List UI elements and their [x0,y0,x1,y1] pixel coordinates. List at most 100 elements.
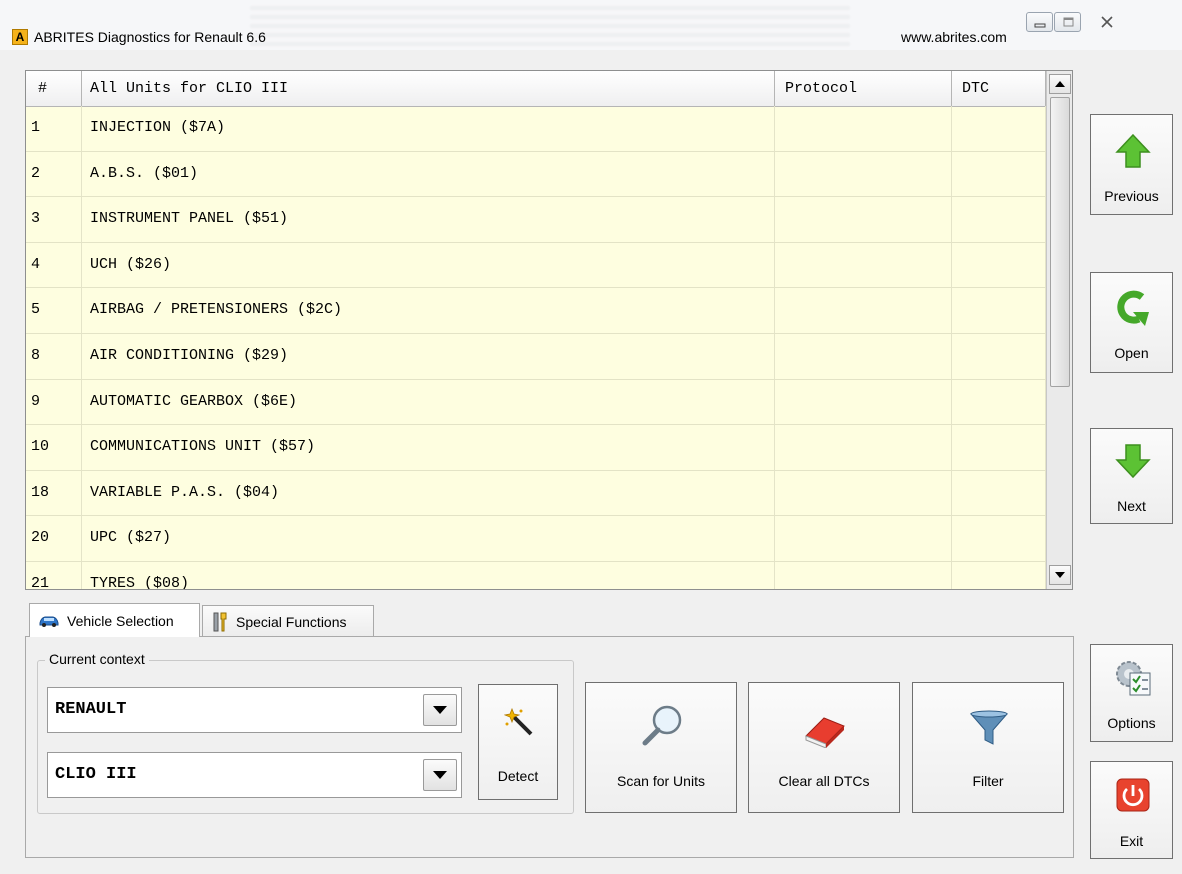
row-protocol [775,151,952,197]
row-unit-name: COMMUNICATIONS UNIT ($57) [82,425,775,470]
row-unit-name: AUTOMATIC GEARBOX ($6E) [82,379,775,425]
row-protocol [775,470,952,516]
open-button[interactable]: Open [1090,272,1173,373]
row-number: 1 [26,106,82,151]
table-row[interactable]: 18 VARIABLE P.A.S. ($04) [26,470,1046,517]
table-body: 1 INJECTION ($7A) 2 A.B.S. ($01) 3 INSTR… [26,106,1046,589]
tab-special-functions[interactable]: Special Functions [202,605,374,637]
make-select-value: RENAULT [55,700,127,719]
row-number: 20 [26,516,82,561]
row-dtc [952,288,1046,333]
tab-vehicle-selection[interactable]: Vehicle Selection [29,603,200,637]
open-label: Open [1114,345,1149,361]
column-header-dtc[interactable]: DTC [952,71,1046,106]
scan-for-units-button[interactable]: Scan for Units [585,682,737,813]
exit-button[interactable]: Exit [1090,761,1173,859]
model-dropdown-button[interactable] [423,759,457,791]
row-dtc [952,516,1046,561]
row-dtc [952,425,1046,470]
maximize-button[interactable] [1054,12,1081,32]
row-protocol [775,516,952,561]
next-label: Next [1117,498,1146,514]
funnel-icon [969,710,1009,745]
make-dropdown-button[interactable] [423,694,457,726]
units-table: # All Units for CLIO III Protocol DTC 1 … [25,70,1073,590]
detect-label: Detect [497,768,539,784]
triangle-up-icon [1055,81,1065,87]
scroll-up-button[interactable] [1049,74,1071,94]
row-unit-name: UCH ($26) [82,242,775,288]
row-number: 3 [26,197,82,242]
row-unit-name: INJECTION ($7A) [82,106,775,151]
chevron-down-icon [433,706,447,714]
row-dtc [952,151,1046,197]
model-select[interactable]: CLIO III [47,752,462,798]
table-row[interactable]: 21 TYRES ($08) [26,561,1046,589]
magic-wand-icon [504,707,533,736]
table-row[interactable]: 4 UCH ($26) [26,242,1046,289]
clear-all-dtcs-button[interactable]: Clear all DTCs [748,682,900,813]
eraser-icon [805,717,845,748]
row-unit-name: VARIABLE P.A.S. ($04) [82,470,775,516]
website-link[interactable]: www.abrites.com [901,29,1007,45]
minimize-button[interactable] [1026,12,1053,32]
row-unit-name: AIRBAG / PRETENSIONERS ($2C) [82,288,775,333]
table-row[interactable]: 10 COMMUNICATIONS UNIT ($57) [26,425,1046,471]
table-row[interactable]: 8 AIR CONDITIONING ($29) [26,333,1046,380]
row-dtc [952,379,1046,425]
table-scrollbar[interactable] [1046,71,1072,589]
previous-button[interactable]: Previous [1090,114,1173,215]
options-button[interactable]: Options [1090,644,1173,742]
model-select-value: CLIO III [55,765,137,784]
row-unit-name: A.B.S. ($01) [82,151,775,197]
detect-button[interactable]: Detect [478,684,558,800]
row-protocol [775,288,952,333]
gear-checklist-icon [1116,661,1151,696]
magnifier-icon [642,705,682,746]
table-row[interactable]: 9 AUTOMATIC GEARBOX ($6E) [26,379,1046,426]
table-row[interactable]: 20 UPC ($27) [26,516,1046,562]
column-header-protocol[interactable]: Protocol [775,71,952,106]
exit-label: Exit [1119,833,1144,849]
background-ghost-text [250,6,850,46]
filter-label: Filter [972,773,1004,789]
minimize-icon [1034,23,1046,28]
row-unit-name: TYRES ($08) [82,561,775,589]
tab-special-functions-label: Special Functions [236,613,347,630]
power-icon [1116,778,1150,812]
open-arrow-icon [1117,290,1149,326]
column-header-number[interactable]: # [26,71,82,106]
row-number: 21 [26,561,82,589]
row-dtc [952,106,1046,151]
row-unit-name: AIR CONDITIONING ($29) [82,333,775,379]
table-header: # All Units for CLIO III Protocol DTC [26,71,1046,107]
maximize-icon [1063,17,1074,27]
row-dtc [952,242,1046,288]
table-row[interactable]: 5 AIRBAG / PRETENSIONERS ($2C) [26,288,1046,334]
scroll-down-button[interactable] [1049,565,1071,585]
make-select[interactable]: RENAULT [47,687,462,733]
row-dtc [952,561,1046,589]
row-number: 2 [26,151,82,197]
title-bar: A ABRITES Diagnostics for Renault 6.6 ww… [0,0,1182,50]
row-number: 8 [26,333,82,379]
car-icon [39,616,59,627]
table-row[interactable]: 1 INJECTION ($7A) [26,106,1046,152]
row-number: 10 [26,425,82,470]
up-arrow-icon [1115,133,1151,168]
row-unit-name: INSTRUMENT PANEL ($51) [82,197,775,242]
close-button[interactable] [1084,12,1130,32]
next-button[interactable]: Next [1090,428,1173,524]
table-row[interactable]: 2 A.B.S. ($01) [26,151,1046,198]
row-protocol [775,379,952,425]
current-context-label: Current context [45,651,149,667]
filter-button[interactable]: Filter [912,682,1064,813]
table-row[interactable]: 3 INSTRUMENT PANEL ($51) [26,197,1046,243]
clear-all-dtcs-label: Clear all DTCs [778,773,870,789]
column-header-unit-name[interactable]: All Units for CLIO III [82,71,775,106]
row-number: 5 [26,288,82,333]
row-protocol [775,333,952,379]
row-number: 18 [26,470,82,516]
scroll-thumb[interactable] [1050,97,1070,387]
chevron-down-icon [433,771,447,779]
